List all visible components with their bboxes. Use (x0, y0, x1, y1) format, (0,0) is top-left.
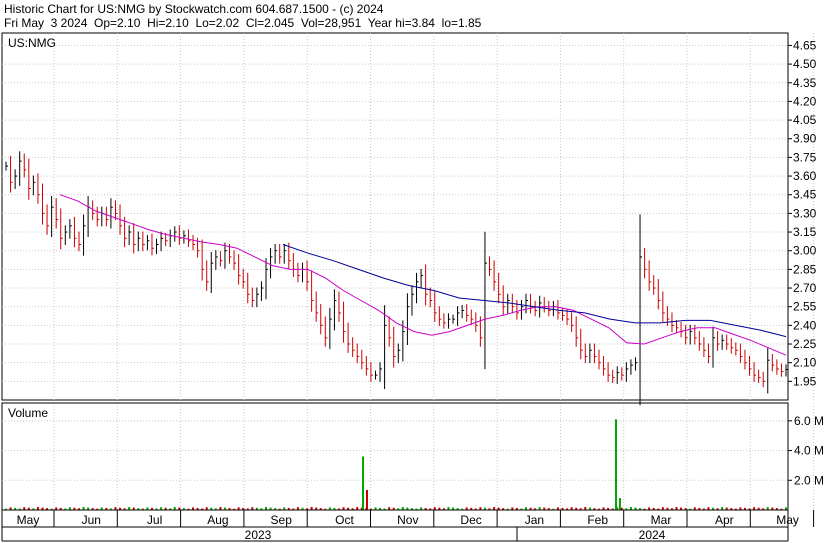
month-label: Oct (335, 513, 354, 527)
volume-panel-frame (1, 402, 789, 511)
month-label: Aug (207, 513, 228, 527)
price-tick-label: 2.10 (793, 356, 817, 370)
price-tick-label: 2.85 (793, 262, 817, 276)
price-tick-label: 4.50 (793, 57, 817, 71)
month-label: May (17, 513, 40, 527)
price-tick-label: 2.70 (793, 281, 817, 295)
month-label: Feb (587, 513, 608, 527)
month-label: Apr (715, 513, 734, 527)
price-tick-label: 3.00 (793, 244, 817, 258)
price-tick-label: 2.55 (793, 300, 817, 314)
price-tick-label: 4.20 (793, 94, 817, 108)
price-tick-label: 3.45 (793, 188, 817, 202)
moving-average-short-line (59, 194, 787, 356)
price-tick-label: 4.05 (793, 113, 817, 127)
moving-average-long-line (282, 244, 787, 338)
price-tick-label: 3.60 (793, 169, 817, 183)
price-tick-label: 3.90 (793, 132, 817, 146)
volume-tick-label: 6.0 M (794, 414, 824, 428)
volume-axis: Volume 2.0 M 4.0 M 6.0 M (8, 406, 824, 487)
price-tick-label: 2.40 (793, 318, 817, 332)
month-label: Dec (460, 513, 481, 527)
stock-chart: 1.95 2.10 2.25 2.40 2.55 2.70 2.85 3.00 3.15 3.30… (1, 32, 824, 542)
volume-tick-label: 2.0 M (794, 473, 824, 487)
volume-tick-label: 4.0 M (794, 444, 824, 458)
price-panel-title: US:NMG (8, 36, 56, 50)
price-tick-label: 4.65 (793, 38, 817, 52)
price-tick-label: 1.95 (793, 374, 817, 388)
month-label: May (776, 513, 799, 527)
date-axis: May Jun Jul Aug Sep Oct Nov Dec Jan Feb Mar Apr May 2… (1, 509, 815, 542)
year-label: 2023 (245, 528, 272, 542)
month-label: Jan (525, 513, 544, 527)
month-label: Jun (82, 513, 101, 527)
month-label: Nov (397, 513, 418, 527)
month-label: Sep (271, 513, 293, 527)
price-tick-label: 3.15 (793, 225, 817, 239)
price-tick-label: 4.35 (793, 76, 817, 90)
year-label: 2024 (639, 528, 666, 542)
price-tick-label: 2.25 (793, 337, 817, 351)
volume-panel-title: Volume (8, 406, 48, 420)
price-tick-label: 3.75 (793, 150, 817, 164)
price-bars (5, 151, 788, 406)
price-axis: 1.95 2.10 2.25 2.40 2.55 2.70 2.85 3.00 3.15 3.30… (8, 36, 817, 388)
price-tick-label: 3.30 (793, 206, 817, 220)
month-label: Mar (651, 513, 672, 527)
volume-grid (1, 402, 815, 511)
month-label: Jul (147, 513, 162, 527)
volume-bars (5, 419, 787, 510)
price-moving-averages (59, 194, 787, 356)
